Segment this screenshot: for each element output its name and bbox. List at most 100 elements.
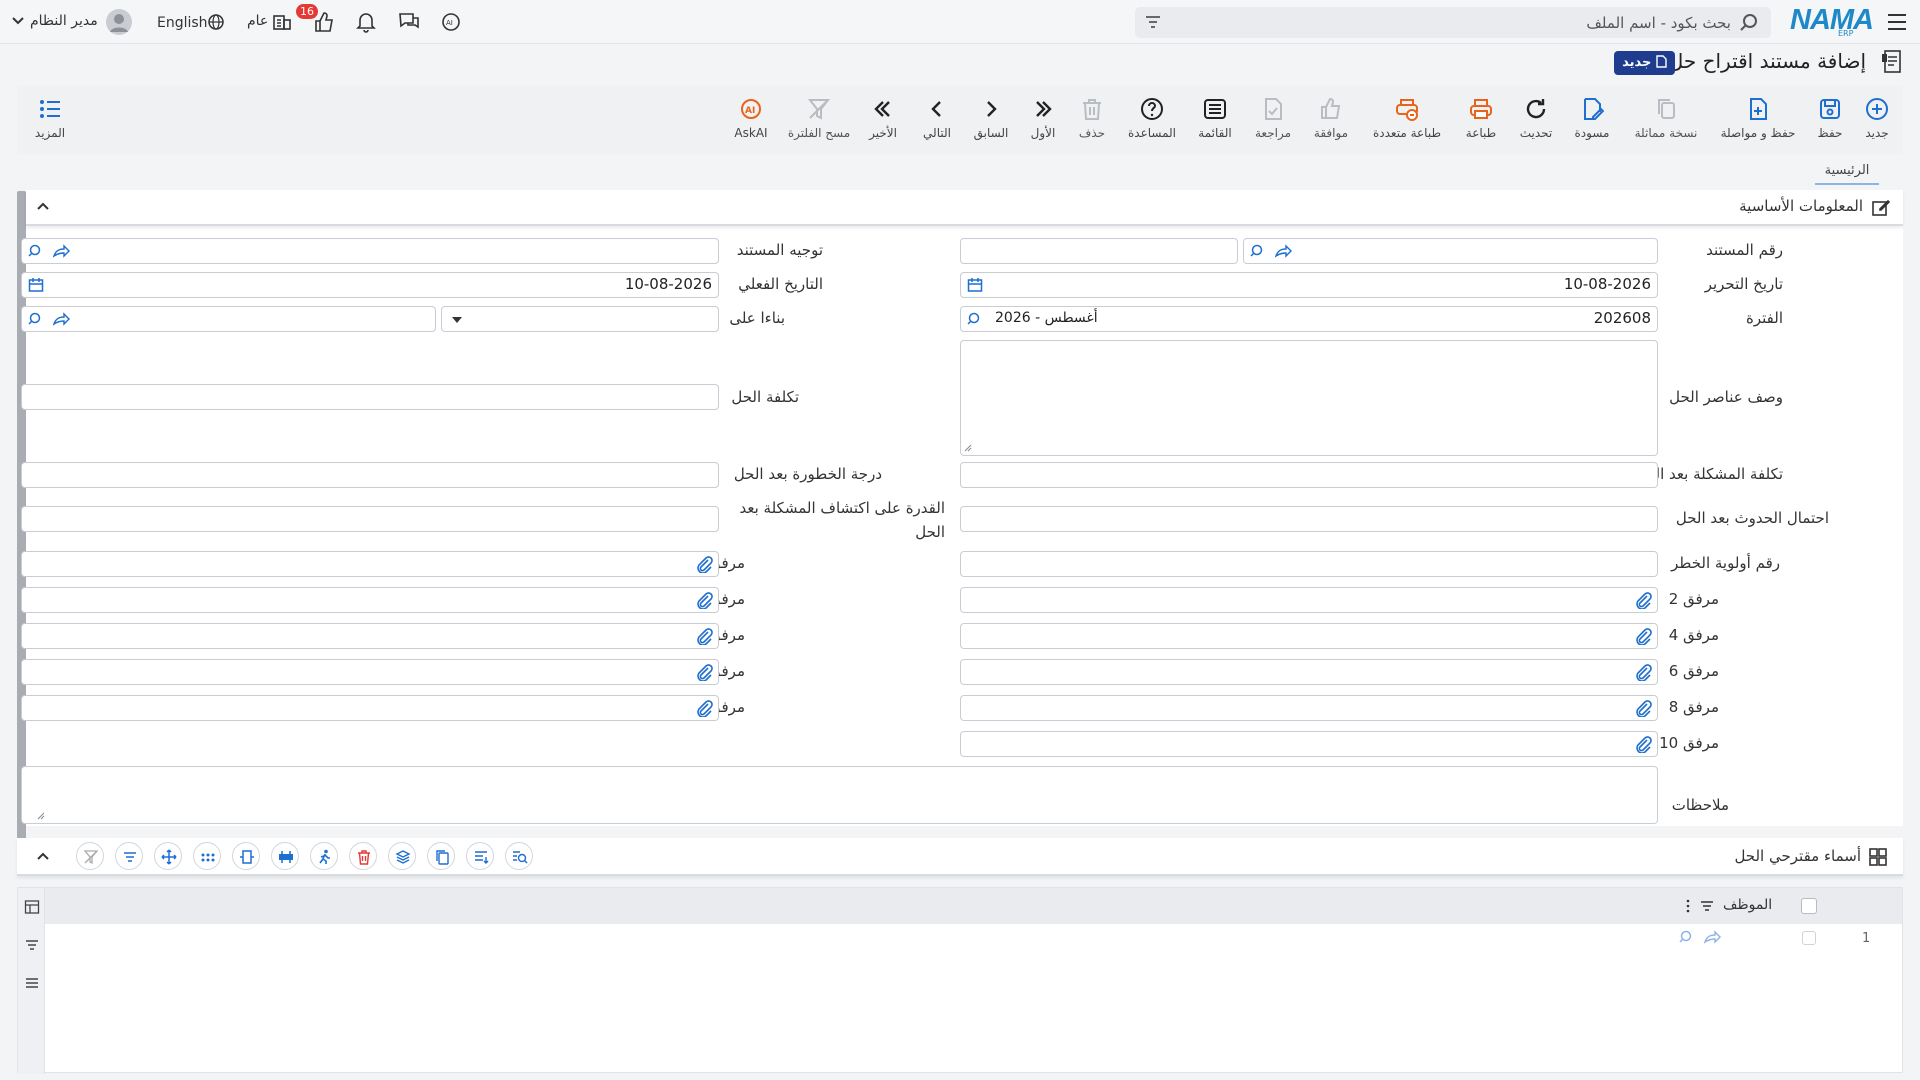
more-button[interactable]: المزيد bbox=[27, 86, 73, 154]
solution-desc-textarea[interactable] bbox=[960, 340, 1658, 456]
paperclip-icon[interactable] bbox=[695, 663, 713, 681]
paperclip-icon[interactable] bbox=[695, 591, 713, 609]
trash-icon bbox=[358, 850, 370, 865]
search-refresh-icon[interactable] bbox=[966, 311, 984, 327]
print-icon bbox=[1469, 97, 1493, 121]
search-refresh-icon[interactable] bbox=[1249, 243, 1267, 259]
search-refresh-icon[interactable] bbox=[1678, 929, 1696, 945]
probability-after-label: احتمال الحدوث بعد الحل bbox=[1675, 509, 1829, 527]
notes-label: ملاحظات bbox=[1671, 796, 1729, 814]
table-icon[interactable] bbox=[24, 899, 40, 915]
insert-row-button[interactable] bbox=[271, 842, 299, 870]
attachment-7-input[interactable] bbox=[21, 659, 719, 685]
last-icon bbox=[871, 97, 895, 121]
attachment-3-input[interactable] bbox=[21, 587, 719, 613]
paperclip-icon[interactable] bbox=[1634, 699, 1652, 717]
paperclip-icon[interactable] bbox=[1634, 627, 1652, 645]
notes-textarea[interactable] bbox=[21, 766, 1658, 824]
resize-handle-icon[interactable] bbox=[964, 444, 972, 452]
attachment-6-label: مرفق 6 bbox=[1668, 662, 1719, 680]
open-link-icon[interactable] bbox=[1274, 243, 1292, 259]
column-filter-icon[interactable] bbox=[1700, 899, 1714, 913]
layers-button[interactable] bbox=[388, 842, 416, 870]
period-input[interactable]: 202608 2026 - أغسطس bbox=[960, 306, 1658, 332]
delete-row-button[interactable] bbox=[349, 842, 377, 870]
move-button[interactable] bbox=[154, 842, 182, 870]
dots-grid-button[interactable] bbox=[193, 842, 221, 870]
risk-priority-input[interactable] bbox=[960, 551, 1658, 577]
open-link-icon[interactable] bbox=[1703, 929, 1721, 945]
chat-icon[interactable] bbox=[398, 11, 420, 33]
tab-main[interactable]: الرئيسية bbox=[1815, 163, 1879, 185]
doc-number-input[interactable] bbox=[1243, 238, 1658, 264]
search-refresh-icon[interactable] bbox=[27, 243, 45, 259]
attachment-4-input[interactable] bbox=[960, 623, 1658, 649]
ai-assistant-icon[interactable]: AI bbox=[440, 11, 462, 33]
search-refresh-icon[interactable] bbox=[27, 311, 45, 327]
attachment-2-input[interactable] bbox=[960, 587, 1658, 613]
proposers-title: أسماء مقترحي الحل bbox=[1734, 847, 1861, 865]
doc-number-label: رقم المستند bbox=[1706, 241, 1783, 259]
collapse-icon[interactable] bbox=[36, 851, 50, 861]
filter-button[interactable] bbox=[115, 842, 143, 870]
doc-direction-input[interactable] bbox=[21, 238, 719, 264]
avatar bbox=[106, 9, 132, 35]
based-on-select[interactable] bbox=[441, 306, 719, 332]
attachment-6-input[interactable] bbox=[960, 659, 1658, 685]
menu-lines-icon[interactable] bbox=[24, 975, 40, 991]
attachment-8-input[interactable] bbox=[960, 695, 1658, 721]
detection-after-input[interactable] bbox=[21, 506, 719, 532]
probability-after-input[interactable] bbox=[960, 506, 1658, 532]
toolbar-button-askai[interactable]: AI AskAI bbox=[705, 86, 797, 154]
open-link-icon[interactable] bbox=[52, 243, 70, 259]
notification-count-badge: 16 bbox=[296, 4, 318, 19]
calendar-icon[interactable] bbox=[967, 277, 983, 293]
paperclip-icon[interactable] bbox=[695, 699, 713, 717]
solution-cost-input[interactable] bbox=[21, 384, 719, 410]
language-switch[interactable]: English bbox=[157, 13, 224, 33]
problem-cost-after-input[interactable] bbox=[960, 462, 1658, 488]
column-header-employee[interactable]: الموظف bbox=[1723, 897, 1772, 913]
attachment-10-input[interactable] bbox=[960, 731, 1658, 757]
row-checkbox[interactable] bbox=[1802, 931, 1816, 945]
paperclip-icon[interactable] bbox=[1634, 735, 1652, 753]
paperclip-icon[interactable] bbox=[1634, 663, 1652, 681]
attachment-5-input[interactable] bbox=[21, 623, 719, 649]
filter-icon[interactable] bbox=[1144, 14, 1162, 30]
refresh-icon bbox=[1524, 97, 1548, 121]
building-icon[interactable] bbox=[272, 11, 292, 31]
table-row[interactable]: 1 bbox=[45, 924, 1902, 954]
search-icon[interactable] bbox=[1739, 13, 1759, 33]
column-width-button[interactable] bbox=[232, 842, 260, 870]
run-button[interactable] bbox=[310, 842, 338, 870]
scope-label[interactable]: عام bbox=[247, 13, 268, 29]
paperclip-icon[interactable] bbox=[695, 555, 713, 573]
attachment-2-label: مرفق 2 bbox=[1668, 590, 1719, 608]
calendar-icon[interactable] bbox=[28, 277, 44, 293]
column-menu-icon[interactable] bbox=[1685, 899, 1691, 913]
clear-filter-button[interactable] bbox=[76, 842, 104, 870]
copy-row-button[interactable] bbox=[427, 842, 455, 870]
sort-button[interactable] bbox=[466, 842, 494, 870]
paperclip-icon[interactable] bbox=[695, 627, 713, 645]
save-icon bbox=[1818, 97, 1842, 121]
doc-number-secondary[interactable] bbox=[960, 238, 1238, 264]
severity-after-input[interactable] bbox=[21, 462, 719, 488]
menu-icon[interactable] bbox=[1886, 12, 1908, 32]
filter-icon[interactable] bbox=[24, 937, 40, 953]
collapse-icon[interactable] bbox=[36, 201, 50, 211]
open-link-icon[interactable] bbox=[52, 311, 70, 327]
search-rows-button[interactable] bbox=[505, 842, 533, 870]
paperclip-icon[interactable] bbox=[1634, 591, 1652, 609]
bell-icon[interactable] bbox=[356, 11, 376, 33]
select-all-checkbox[interactable] bbox=[1801, 898, 1817, 914]
toolbar-label: موافقة bbox=[1313, 126, 1349, 140]
toolbar-button-save-continue[interactable]: حفظ و مواصلة bbox=[1712, 86, 1804, 154]
edit-date-input[interactable]: 10-08-2026 bbox=[960, 272, 1658, 298]
based-on-input[interactable] bbox=[21, 306, 436, 332]
search-input[interactable] bbox=[1211, 7, 1731, 38]
actual-date-input[interactable]: 10-08-2026 bbox=[21, 272, 719, 298]
resize-handle-icon[interactable] bbox=[37, 812, 45, 820]
attachment-1-input[interactable] bbox=[21, 551, 719, 577]
attachment-9-input[interactable] bbox=[21, 695, 719, 721]
